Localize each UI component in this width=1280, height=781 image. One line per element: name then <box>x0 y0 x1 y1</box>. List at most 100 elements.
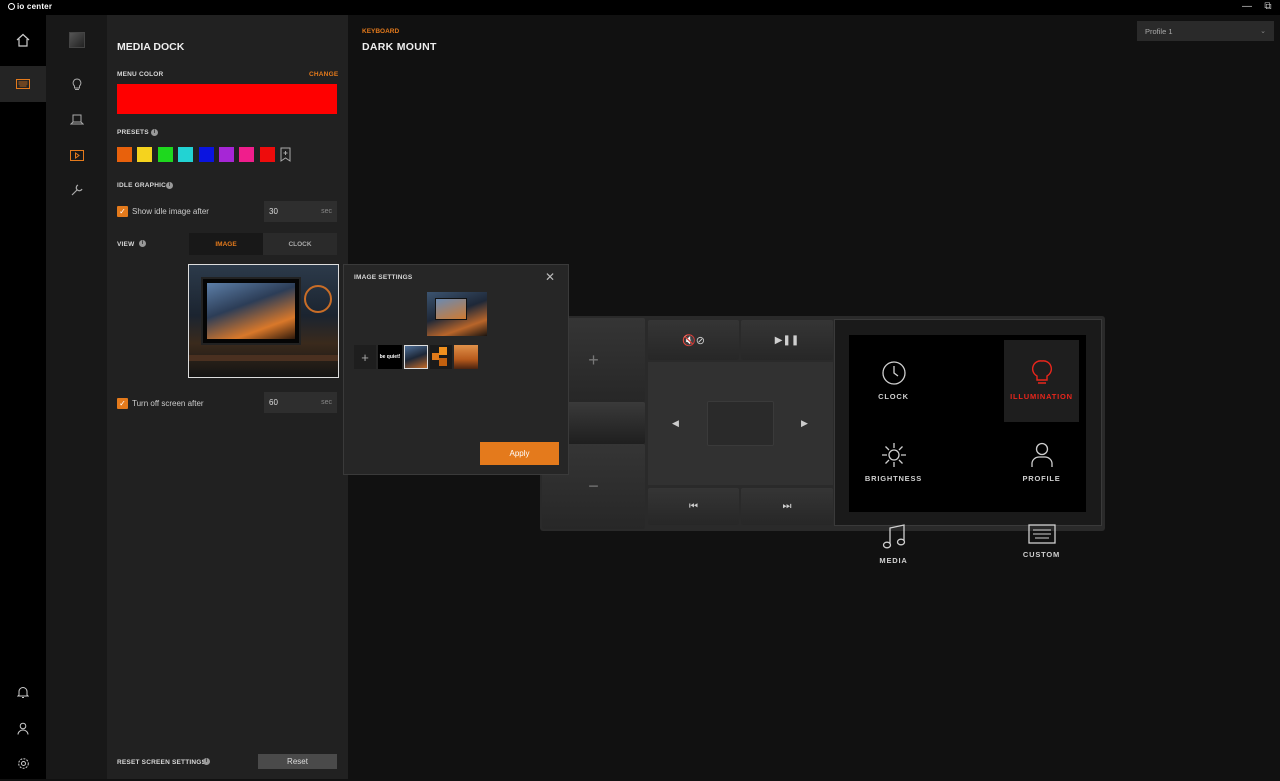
image-thumb-hexagons[interactable] <box>430 345 452 369</box>
idle-seconds-field[interactable]: 30 sec <box>264 201 337 222</box>
idle-info-icon[interactable]: i <box>166 182 173 189</box>
media-dock-nav-button[interactable] <box>46 137 107 173</box>
illumination-nav-button[interactable] <box>46 66 107 102</box>
gear-icon <box>17 757 29 769</box>
menu-color-preview[interactable] <box>117 84 337 114</box>
logo-icon <box>8 3 15 10</box>
presets-info-icon[interactable]: i <box>151 129 158 136</box>
turnoff-seconds-unit: sec <box>321 399 332 406</box>
apply-button[interactable]: Apply <box>480 442 559 465</box>
keyboard-nav-button[interactable] <box>0 66 46 102</box>
tile-custom-label: CUSTOM <box>1022 550 1061 559</box>
user-icon <box>17 722 29 735</box>
turnoff-seconds-field[interactable]: 60 sec <box>264 392 337 413</box>
view-info-icon[interactable]: i <box>139 240 146 247</box>
add-image-button[interactable]: + <box>354 345 376 369</box>
tile-custom[interactable]: CUSTOM <box>1004 504 1079 586</box>
mute-icon: 🔇⊘ <box>682 334 705 347</box>
play-pause-icon: ▶❚❚ <box>774 334 800 346</box>
minimize-button[interactable]: — <box>1240 1 1254 13</box>
preset-swatch[interactable] <box>137 147 153 162</box>
device-title: DARK MOUNT <box>362 41 437 53</box>
preset-swatch[interactable] <box>178 147 194 162</box>
restore-button[interactable]: ⧉ <box>1261 1 1275 13</box>
settings-button[interactable] <box>0 745 46 781</box>
nav-left-icon[interactable]: ◀ <box>672 418 679 429</box>
preset-swatch[interactable] <box>239 147 255 162</box>
reset-button[interactable]: Reset <box>258 754 337 769</box>
main-nav <box>0 15 46 779</box>
profile-select[interactable]: Profile 1 ⌄ <box>1137 21 1274 41</box>
previous-track-icon: ⏮ <box>689 501 698 512</box>
nav-center-key[interactable] <box>707 401 774 446</box>
tools-nav-button[interactable] <box>46 172 107 208</box>
selected-image-monitor <box>435 298 467 320</box>
hexagon-shape <box>432 353 439 360</box>
tile-media-label: MEDIA <box>879 556 908 565</box>
profile-icon <box>1030 442 1053 467</box>
lightbulb-icon <box>72 77 81 90</box>
panel-title: MEDIA DOCK <box>117 41 185 53</box>
tile-profile[interactable]: PROFILE <box>1004 422 1079 504</box>
plus-icon: + <box>588 349 599 370</box>
tile-illumination-label: ILLUMINATION <box>1010 392 1073 401</box>
view-tab-clock[interactable]: CLOCK <box>263 233 337 255</box>
laptop-icon <box>69 114 84 124</box>
turnoff-checkbox[interactable]: ✓ <box>117 398 128 409</box>
change-color-link[interactable]: CHANGE <box>309 71 338 78</box>
view-tab-image[interactable]: IMAGE <box>189 233 263 255</box>
clock-icon <box>881 361 906 385</box>
previous-track-key[interactable]: ⏮ <box>648 488 739 525</box>
tile-clock[interactable]: CLOCK <box>856 340 931 422</box>
media-screen-icon <box>69 149 84 161</box>
image-thumb-desk[interactable] <box>404 345 428 369</box>
hexagon-shape <box>439 347 447 355</box>
close-icon[interactable]: ✕ <box>545 270 555 284</box>
app-title: io center <box>17 2 53 11</box>
device-thumbnail[interactable] <box>46 22 107 58</box>
play-pause-key[interactable]: ▶❚❚ <box>741 320 833 360</box>
nav-right-icon[interactable]: ▶ <box>801 418 808 429</box>
notifications-button[interactable] <box>0 674 46 710</box>
home-button[interactable] <box>0 22 46 58</box>
selected-image-preview <box>427 292 487 336</box>
preview-ring-light <box>304 285 332 313</box>
reset-screen-label: RESET SCREEN SETTINGS <box>117 759 207 766</box>
mute-key[interactable]: 🔇⊘ <box>648 320 739 360</box>
preset-swatch[interactable] <box>117 147 132 162</box>
next-track-key[interactable]: ⏭ <box>741 488 833 525</box>
preset-swatch[interactable] <box>219 147 234 162</box>
plus-icon: + <box>361 349 369 365</box>
idle-seconds-unit: sec <box>321 208 332 215</box>
tile-media[interactable]: MEDIA <box>856 504 931 586</box>
home-icon <box>16 33 30 47</box>
image-thumb-sunset[interactable] <box>454 345 478 369</box>
reset-info-icon[interactable]: i <box>203 758 210 765</box>
tile-clock-label: CLOCK <box>878 392 909 401</box>
minus-icon: − <box>588 476 599 496</box>
lightbulb-icon <box>1031 360 1052 384</box>
next-track-icon: ⏭ <box>782 501 792 512</box>
preview-monitor <box>201 277 301 345</box>
idle-checkbox[interactable]: ✓ <box>117 206 128 217</box>
dialog-title: IMAGE SETTINGS <box>354 274 413 281</box>
save-preset-button[interactable] <box>280 147 291 167</box>
preset-swatch[interactable] <box>198 147 214 162</box>
device-preview-icon <box>68 32 85 48</box>
keyboard-icon <box>16 79 30 89</box>
profile-select-value: Profile 1 <box>1145 26 1173 36</box>
account-button[interactable] <box>0 710 46 746</box>
dock-nav-button[interactable] <box>46 101 107 137</box>
idle-checkbox-label: Show idle image after <box>132 207 209 216</box>
tile-brightness[interactable]: BRIGHTNESS <box>856 422 931 504</box>
title-bar <box>0 0 1280 15</box>
idle-image-preview[interactable] <box>188 264 339 378</box>
app-logo: io center <box>8 2 52 11</box>
preset-swatch[interactable] <box>259 147 275 162</box>
image-thumb-bequiet[interactable]: be quiet! <box>378 345 402 369</box>
sun-icon <box>881 443 906 467</box>
bell-icon <box>17 686 29 698</box>
preset-swatch[interactable] <box>157 147 173 162</box>
tile-illumination[interactable]: ILLUMINATION <box>1004 340 1079 422</box>
bookmark-add-icon <box>280 147 291 162</box>
